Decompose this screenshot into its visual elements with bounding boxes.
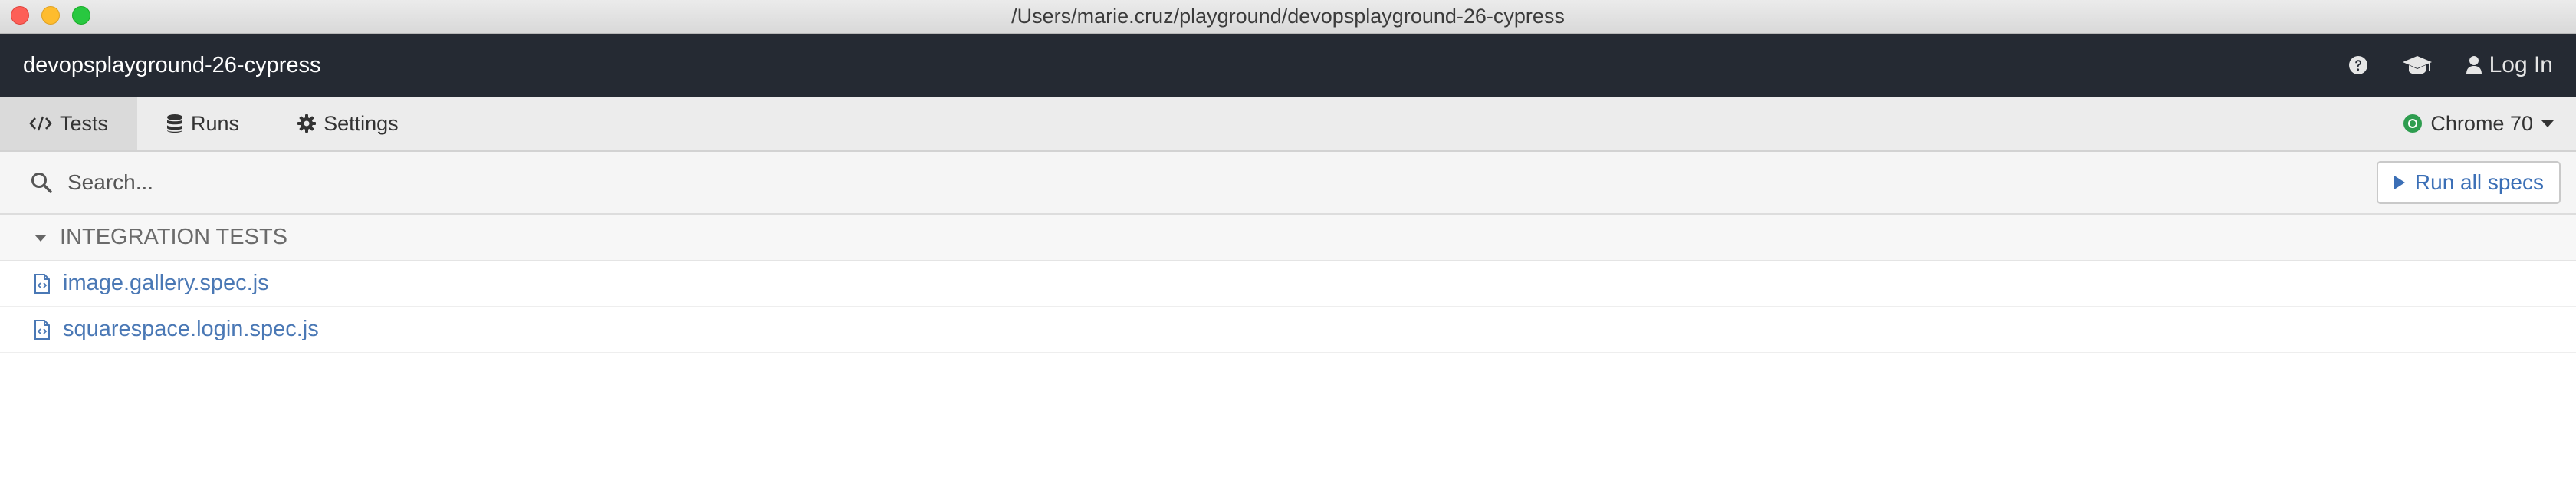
window-controls bbox=[11, 6, 90, 25]
nav-tabs: Tests Runs Settings Chrome 70 bbox=[0, 97, 2576, 152]
section-label: INTEGRATION TESTS bbox=[60, 225, 288, 249]
help-button[interactable] bbox=[2331, 34, 2385, 97]
search-bar: Run all specs bbox=[0, 152, 2576, 215]
login-label: Log In bbox=[2489, 52, 2553, 77]
chrome-icon bbox=[2404, 114, 2423, 133]
caret-down-icon bbox=[34, 234, 47, 242]
header-actions: Log In bbox=[2331, 34, 2553, 97]
spec-file-name: squarespace.login.spec.js bbox=[63, 317, 319, 341]
window-title: /Users/marie.cruz/playground/devopsplayg… bbox=[1011, 5, 1565, 28]
app-header: devopsplayground-26-cypress Log In bbox=[0, 34, 2576, 97]
tab-runs[interactable]: Runs bbox=[137, 97, 268, 150]
tab-runs-label: Runs bbox=[191, 111, 240, 135]
play-icon bbox=[2394, 176, 2405, 189]
spec-file-name: image.gallery.spec.js bbox=[63, 271, 269, 295]
file-code-icon bbox=[34, 319, 50, 340]
search-icon bbox=[31, 173, 52, 193]
question-circle-icon bbox=[2348, 56, 2367, 74]
gear-icon bbox=[297, 114, 317, 133]
tab-settings-label: Settings bbox=[324, 111, 399, 135]
browser-label: Chrome 70 bbox=[2430, 111, 2533, 135]
spec-file-item[interactable]: image.gallery.spec.js bbox=[0, 261, 2576, 307]
chevron-down-icon bbox=[2542, 120, 2554, 127]
database-icon bbox=[167, 114, 183, 133]
maximize-window-button[interactable] bbox=[72, 6, 90, 25]
docs-button[interactable] bbox=[2385, 34, 2450, 97]
window-titlebar: /Users/marie.cruz/playground/devopsplayg… bbox=[0, 0, 2576, 34]
tab-tests-label: Tests bbox=[60, 111, 109, 135]
close-window-button[interactable] bbox=[11, 6, 29, 25]
run-all-label: Run all specs bbox=[2414, 170, 2544, 194]
tab-settings[interactable]: Settings bbox=[268, 97, 428, 150]
search-input[interactable] bbox=[66, 169, 2377, 196]
code-icon bbox=[29, 116, 52, 131]
minimize-window-button[interactable] bbox=[41, 6, 60, 25]
browser-selector[interactable]: Chrome 70 bbox=[2403, 97, 2576, 150]
file-code-icon bbox=[34, 273, 50, 294]
project-name: devopsplayground-26-cypress bbox=[23, 52, 321, 77]
user-icon bbox=[2466, 56, 2482, 74]
login-button[interactable]: Log In bbox=[2450, 34, 2553, 97]
graduation-cap-icon bbox=[2402, 56, 2432, 74]
run-all-specs-button[interactable]: Run all specs bbox=[2376, 161, 2561, 204]
integration-tests-folder[interactable]: INTEGRATION TESTS bbox=[0, 215, 2576, 261]
spec-file-item[interactable]: squarespace.login.spec.js bbox=[0, 307, 2576, 353]
tab-tests[interactable]: Tests bbox=[0, 97, 138, 150]
